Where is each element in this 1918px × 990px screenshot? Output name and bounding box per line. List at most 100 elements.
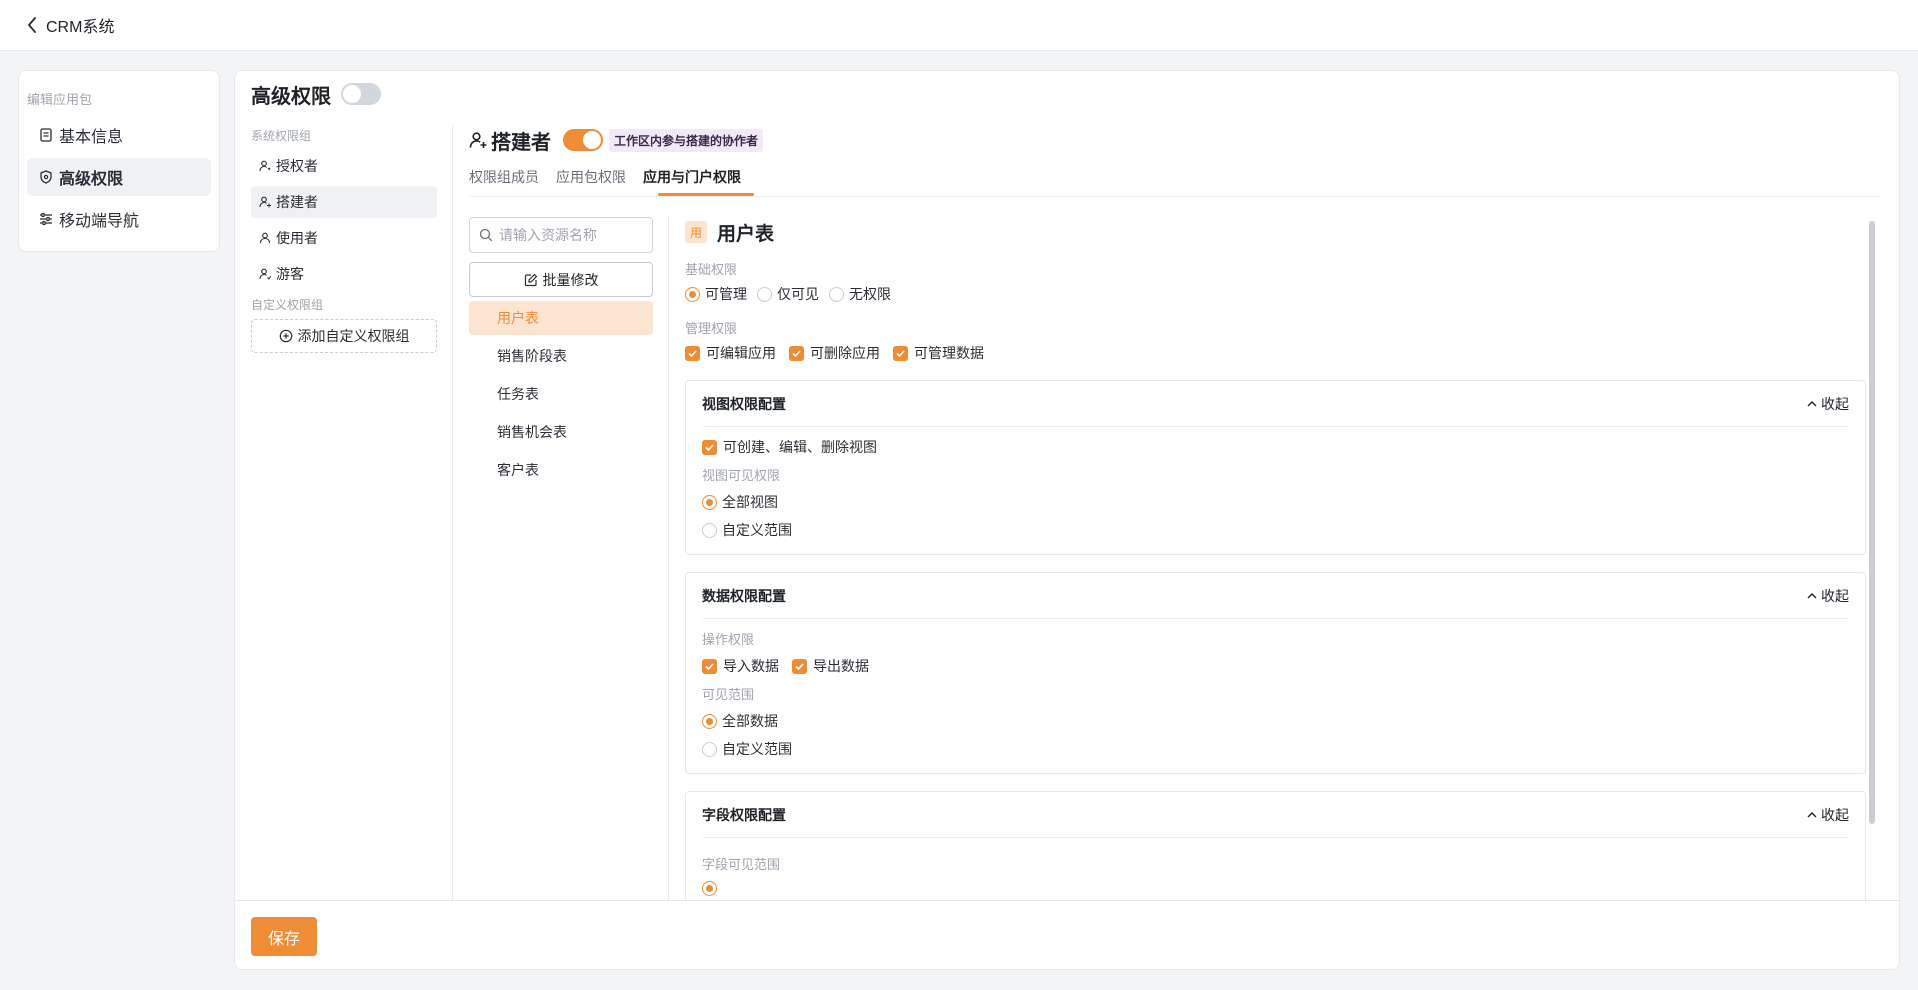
option-label: 全部视图 <box>722 494 778 510</box>
card-body: 操作权限 导入数据 导出数据 可见范围 全部数据 自定义范围 <box>702 619 1849 773</box>
checkmark-icon <box>702 658 717 674</box>
sliders-icon <box>39 212 53 226</box>
role-item-grantor[interactable]: 授权者 <box>251 150 437 182</box>
view-visible-row: 全部视图 <box>702 492 1849 512</box>
basic-permission-label: 基础权限 <box>685 262 738 277</box>
main-panel: 高级权限 系统权限组 授权者 搭建者 使用者 游客 自定义权限组 添加自定义权限… <box>234 70 1900 970</box>
detail-header: 用 用户表 <box>685 217 1877 247</box>
role-item-user[interactable]: 使用者 <box>251 222 437 254</box>
visible-scope-label: 可见范围 <box>702 687 755 702</box>
manage-permission-options: 可编辑应用 可删除应用 可管理数据 <box>685 343 1877 363</box>
back-chevron-icon[interactable] <box>22 15 42 35</box>
footer-bar: 保存 <box>235 900 1899 969</box>
system-group-label: 系统权限组 <box>251 129 312 143</box>
checkbox-edit-app[interactable]: 可编辑应用 <box>685 343 776 363</box>
option-label: 导出数据 <box>813 658 869 674</box>
card-body: 可创建、编辑、删除视图 视图可见权限 全部视图 自定义范围 <box>702 427 1849 554</box>
collapse-button[interactable]: 收起 <box>1806 805 1849 825</box>
column-divider <box>452 125 453 901</box>
role-item-label: 游客 <box>276 266 304 282</box>
checkbox-export-data[interactable]: 导出数据 <box>792 656 869 676</box>
nav-item-label: 高级权限 <box>59 171 124 188</box>
resource-item[interactable]: 销售机会表 <box>469 415 653 449</box>
radio-custom-scope[interactable]: 自定义范围 <box>702 520 792 540</box>
radio-all-data[interactable]: 全部数据 <box>702 711 778 731</box>
field-permission-card: 字段权限配置 收起 字段可见范围 <box>685 791 1866 905</box>
card-header: 视图权限配置 收起 <box>702 381 1849 427</box>
resource-search-input[interactable] <box>499 227 639 243</box>
role-item-builder[interactable]: 搭建者 <box>251 186 437 218</box>
radio-indicator <box>702 741 717 757</box>
nav-item-mobile-nav[interactable]: 移动端导航 <box>27 200 211 238</box>
card-title: 字段权限配置 <box>702 806 786 823</box>
detail-scrollbar[interactable] <box>1869 221 1875 824</box>
save-button[interactable]: 保存 <box>251 917 317 956</box>
resource-search[interactable] <box>469 217 653 253</box>
role-description-tag: 工作区内参与搭建的协作者 <box>609 128 764 152</box>
collapse-button[interactable]: 收起 <box>1806 586 1849 606</box>
app-title: CRM系统 <box>46 19 115 36</box>
chevron-up-icon <box>1806 590 1818 602</box>
resource-item[interactable]: 客户表 <box>469 453 653 487</box>
radio-view-only[interactable]: 仅可见 <box>757 284 819 304</box>
resource-item[interactable]: 销售阶段表 <box>469 339 653 373</box>
checkbox-import-data[interactable]: 导入数据 <box>702 656 779 676</box>
field-scope-label: 字段可见范围 <box>702 857 781 872</box>
role-panel: 搭建者 工作区内参与搭建的协作者 权限组成员 应用包权限 应用与门户权限 <box>469 125 1879 197</box>
advanced-permissions-toggle[interactable] <box>341 83 381 105</box>
radio-indicator <box>702 713 717 729</box>
role-enabled-toggle[interactable] <box>563 129 603 151</box>
shield-icon <box>39 170 53 184</box>
nav-item-advanced-permissions[interactable]: 高级权限 <box>27 158 211 196</box>
radio-no-permission[interactable]: 无权限 <box>829 284 891 304</box>
option-label: 导入数据 <box>723 658 779 674</box>
tab-package-permissions[interactable]: 应用包权限 <box>556 161 626 196</box>
view-visible-label: 视图可见权限 <box>702 468 781 483</box>
tab-group-members[interactable]: 权限组成员 <box>469 161 539 196</box>
role-item-label: 授权者 <box>276 158 318 174</box>
tab-app-portal-permissions[interactable]: 应用与门户权限 <box>643 161 754 196</box>
add-custom-group-label: 添加自定义权限组 <box>297 328 410 344</box>
data-permission-card: 数据权限配置 收起 操作权限 导入数据 导出数据 可见范围 全部数据 自定义范围 <box>685 572 1866 774</box>
card-body: 字段可见范围 <box>702 838 1849 905</box>
nav-group-label: 编辑应用包 <box>27 92 93 107</box>
batch-edit-button[interactable]: 批量修改 <box>469 262 653 297</box>
view-edit-row: 可创建、编辑、删除视图 <box>702 437 1849 457</box>
page-title: 高级权限 <box>251 85 331 108</box>
radio-indicator <box>702 494 717 510</box>
option-label: 仅可见 <box>777 286 819 302</box>
resource-divider <box>668 217 669 907</box>
batch-edit-label: 批量修改 <box>542 271 599 288</box>
role-item-guest[interactable]: 游客 <box>251 258 437 290</box>
checkbox-manage-data[interactable]: 可管理数据 <box>893 343 984 363</box>
collapse-button[interactable]: 收起 <box>1806 394 1849 414</box>
checkmark-icon <box>893 345 908 361</box>
checkbox-delete-app[interactable]: 可删除应用 <box>789 343 880 363</box>
radio-all-views[interactable]: 全部视图 <box>702 492 778 512</box>
nav-item-basic-info[interactable]: 基本信息 <box>27 116 211 154</box>
field-scope-row <box>702 881 1849 896</box>
radio-custom-scope[interactable]: 自定义范围 <box>702 739 792 759</box>
chevron-up-icon <box>1806 809 1818 821</box>
radio-indicator <box>829 286 844 302</box>
radio-can-manage[interactable]: 可管理 <box>685 284 747 304</box>
checkbox-create-edit-delete-view[interactable]: 可创建、编辑、删除视图 <box>702 437 877 457</box>
checkmark-icon <box>789 345 804 361</box>
radio-indicator <box>757 286 772 302</box>
search-icon <box>479 228 493 242</box>
role-tabs: 权限组成员 应用包权限 应用与门户权限 <box>469 161 1879 197</box>
resource-item[interactable]: 任务表 <box>469 377 653 411</box>
add-custom-group-button[interactable]: 添加自定义权限组 <box>251 319 437 353</box>
nav-item-label: 基本信息 <box>59 129 124 146</box>
card-title: 视图权限配置 <box>702 395 786 412</box>
option-label: 可删除应用 <box>810 345 880 361</box>
checkmark-icon <box>792 658 807 674</box>
option-label: 自定义范围 <box>722 522 792 538</box>
option-label: 可编辑应用 <box>706 345 776 361</box>
radio-indicator[interactable] <box>702 881 717 896</box>
operation-permission-label: 操作权限 <box>702 632 755 647</box>
resource-item[interactable]: 用户表 <box>469 301 653 335</box>
plus-circle-icon <box>279 329 293 343</box>
card-header: 字段权限配置 收起 <box>702 792 1849 838</box>
main-header: 高级权限 <box>235 71 1899 117</box>
